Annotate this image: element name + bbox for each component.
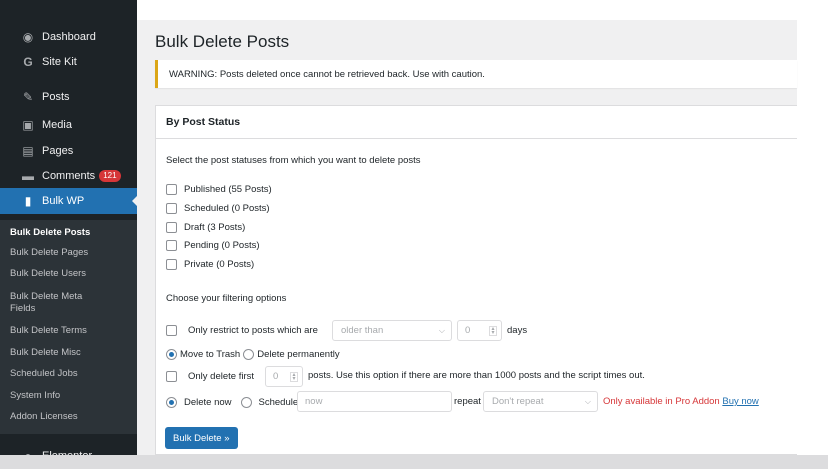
warning-notice: WARNING: Posts deleted once cannot be re… <box>155 60 797 88</box>
status-label: Published (55 Posts) <box>184 184 272 195</box>
submenu-addon-licenses[interactable]: Addon Licenses <box>10 411 130 423</box>
menu-label: Media <box>42 119 72 131</box>
schedule-time-input[interactable]: now <box>297 391 452 412</box>
delete-first-option[interactable]: Only delete first <box>166 371 254 382</box>
schedule-label[interactable]: Schedule <box>259 397 299 408</box>
delete-permanently-radio[interactable] <box>243 349 255 360</box>
pages-icon: ▤ <box>22 144 34 158</box>
repeat-select[interactable]: Don't repeat ⌵ <box>483 391 598 412</box>
page-title: Bulk Delete Posts <box>155 32 290 51</box>
submenu-bulk-delete-meta-fields[interactable]: Bulk Delete Meta Fields <box>10 291 100 315</box>
schedule-group: Delete now Schedule <box>166 397 298 408</box>
delete-mode-group: Move to Trash Delete permanently <box>166 349 340 360</box>
status-label: Draft (3 Posts) <box>184 222 246 233</box>
restrict-label: Only restrict to posts which are <box>188 325 318 336</box>
submenu-bulk-delete-pages[interactable]: Bulk Delete Pages <box>10 247 130 259</box>
warning-text: WARNING: Posts deleted once cannot be re… <box>169 68 485 80</box>
schedule-radio[interactable] <box>240 397 252 408</box>
menu-label: Comments <box>42 170 96 182</box>
menu-label: Dashboard <box>42 31 96 43</box>
pro-note-text: Only available in Pro Addon <box>603 396 720 407</box>
chevron-down-icon: ⌵ <box>584 397 591 406</box>
select-value: older than <box>341 325 384 336</box>
filter-heading: Choose your filtering options <box>166 293 287 304</box>
status-option-pending[interactable]: Pending (0 Posts) <box>166 240 260 251</box>
restrict-checkbox[interactable] <box>166 325 177 336</box>
delete-now-radio[interactable] <box>166 397 177 408</box>
spinner-icon[interactable]: ▴ ▾ <box>290 372 298 382</box>
menu-label: Site Kit <box>42 56 77 68</box>
status-option-draft[interactable]: Draft (3 Posts) <box>166 222 245 233</box>
post-status-box: By Post Status Select the post statuses … <box>155 105 797 455</box>
buy-now-link[interactable]: Buy now <box>722 396 758 407</box>
pushpin-icon: ✎ <box>22 90 34 104</box>
checkbox[interactable] <box>166 240 177 251</box>
status-option-private[interactable]: Private (0 Posts) <box>166 259 254 270</box>
input-value: 0 <box>465 325 471 336</box>
dashboard-icon: ◉ <box>22 30 34 44</box>
menu-item-site-kit[interactable]: G Site Kit <box>0 49 137 75</box>
delete-first-checkbox[interactable] <box>166 371 177 382</box>
menu-label: Posts <box>42 91 70 103</box>
delete-first-note: posts. Use this option if there are more… <box>308 370 645 381</box>
submenu-bulk-delete-posts[interactable]: Bulk Delete Posts <box>10 227 130 239</box>
menu-label: Bulk WP <box>42 195 85 207</box>
status-label: Scheduled (0 Posts) <box>184 203 270 214</box>
repeat-label: repeat <box>454 396 481 407</box>
statuses-prompt: Select the post statuses from which you … <box>166 155 421 166</box>
input-value: 0 <box>273 371 279 382</box>
status-label: Private (0 Posts) <box>184 259 255 270</box>
menu-item-media[interactable]: ▣ Media <box>0 112 137 138</box>
media-icon: ▣ <box>22 118 34 132</box>
menu-item-posts[interactable]: ✎ Posts <box>0 84 137 110</box>
bulk-delete-button[interactable]: Bulk Delete » <box>165 427 238 449</box>
spinner-icon[interactable]: ▴ ▾ <box>489 326 497 336</box>
menu-item-pages[interactable]: ▤ Pages <box>0 138 137 164</box>
restrict-age-select[interactable]: older than ⌵ <box>332 320 452 341</box>
comment-icon: ▬ <box>22 169 34 183</box>
bulk-wp-submenu: Bulk Delete Posts Bulk Delete Pages Bulk… <box>0 220 137 434</box>
menu-item-bulk-wp[interactable]: ▮ Bulk WP <box>0 188 138 214</box>
checkbox[interactable] <box>166 222 177 233</box>
box-title: By Post Status <box>166 116 241 128</box>
status-label: Pending (0 Posts) <box>184 240 260 251</box>
move-to-trash-radio[interactable] <box>166 349 177 360</box>
submenu-scheduled-jobs[interactable]: Scheduled Jobs <box>10 368 130 380</box>
restrict-option[interactable]: Only restrict to posts which are <box>166 325 318 336</box>
checkbox[interactable] <box>166 184 177 195</box>
select-value: Don't repeat <box>492 396 544 407</box>
trash-icon: ▮ <box>24 194 32 208</box>
sitekit-icon: G <box>23 55 33 69</box>
move-to-trash-label[interactable]: Move to Trash <box>180 349 240 360</box>
input-value: now <box>305 396 323 407</box>
delete-first-label: Only delete first <box>188 371 254 382</box>
checkbox[interactable] <box>166 259 177 270</box>
chevron-down-icon: ⌵ <box>438 326 445 335</box>
submenu-bulk-delete-misc[interactable]: Bulk Delete Misc <box>10 347 130 359</box>
delete-now-label[interactable]: Delete now <box>184 397 232 408</box>
menu-item-comments[interactable]: ▬ Comments 121 <box>0 163 137 189</box>
box-header[interactable]: By Post Status <box>156 106 797 139</box>
delete-first-input[interactable]: 0 ▴ ▾ <box>265 366 303 387</box>
delete-permanently-label[interactable]: Delete permanently <box>257 349 339 360</box>
main-content: Bulk Delete Posts WARNING: Posts deleted… <box>137 20 797 455</box>
pro-addon-note: Only available in Pro Addon Buy now <box>603 396 759 407</box>
status-option-published[interactable]: Published (55 Posts) <box>166 184 272 195</box>
menu-label: Pages <box>42 145 74 157</box>
status-option-scheduled[interactable]: Scheduled (0 Posts) <box>166 203 270 214</box>
checkbox[interactable] <box>166 203 177 214</box>
submenu-bulk-delete-users[interactable]: Bulk Delete Users <box>10 268 130 280</box>
submenu-system-info[interactable]: System Info <box>10 390 130 402</box>
submenu-bulk-delete-terms[interactable]: Bulk Delete Terms <box>10 325 130 337</box>
comment-count-badge: 121 <box>99 170 121 182</box>
menu-item-dashboard[interactable]: ◉ Dashboard <box>0 24 137 50</box>
restrict-days-input[interactable]: 0 ▴ ▾ <box>457 320 502 341</box>
admin-sidebar: ◉ Dashboard G Site Kit ✎ Posts ▣ Media ▤… <box>0 0 138 469</box>
window-bottom-bar <box>0 455 828 469</box>
days-unit: days <box>507 325 528 336</box>
